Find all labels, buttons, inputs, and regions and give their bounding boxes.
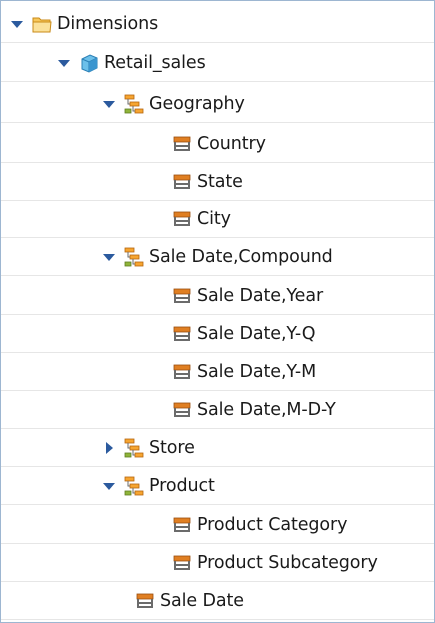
hierarchy-icon xyxy=(123,437,145,459)
tree-node-geography[interactable]: Geography xyxy=(1,85,434,123)
tree-node-label: Sale Date,Y-Q xyxy=(197,323,316,344)
tree-node-label: Store xyxy=(149,437,195,458)
tree-node-dimensions[interactable]: Dimensions xyxy=(1,5,434,43)
tree-node-store[interactable]: Store xyxy=(1,429,434,467)
level-icon xyxy=(171,552,193,574)
level-icon xyxy=(171,285,193,307)
expand-arrow-down-icon[interactable] xyxy=(9,16,25,32)
tree-node-sale-date-yq[interactable]: Sale Date,Y-Q xyxy=(1,315,434,353)
tree-node-sale-date-compound[interactable]: Sale Date,Compound xyxy=(1,238,434,276)
tree-node-label: Product xyxy=(149,475,215,496)
tree-node-label: Dimensions xyxy=(57,13,159,34)
level-icon xyxy=(171,514,193,536)
tree-node-sale-date-mdy[interactable]: Sale Date,M-D-Y xyxy=(1,391,434,429)
expand-arrow-right-icon[interactable] xyxy=(101,440,117,456)
hierarchy-icon xyxy=(123,475,145,497)
tree-node-label: Sale Date xyxy=(160,590,244,611)
tree-node-label: Sale Date,M-D-Y xyxy=(197,399,336,420)
level-icon xyxy=(171,171,193,193)
level-icon xyxy=(171,323,193,345)
expand-arrow-down-icon[interactable] xyxy=(101,249,117,265)
tree-node-label: Sale Date,Y-M xyxy=(197,361,317,382)
tree-node-retail-sales[interactable]: Retail_sales xyxy=(1,44,434,82)
expand-arrow-down-icon[interactable] xyxy=(101,96,117,112)
tree-node-state[interactable]: State xyxy=(1,163,434,201)
dimension-tree: Dimensions Retail_sales Geography Countr… xyxy=(0,0,435,623)
hierarchy-icon xyxy=(123,93,145,115)
tree-node-label: Product Subcategory xyxy=(197,552,378,573)
tree-node-product-category[interactable]: Product Category xyxy=(1,506,434,544)
expand-arrow-down-icon[interactable] xyxy=(56,55,72,71)
level-icon xyxy=(171,208,193,230)
tree-node-sale-date[interactable]: Sale Date xyxy=(1,582,434,620)
level-icon xyxy=(134,590,156,612)
tree-node-product-subcategory[interactable]: Product Subcategory xyxy=(1,544,434,582)
tree-node-country[interactable]: Country xyxy=(1,125,434,163)
expand-arrow-down-icon[interactable] xyxy=(101,478,117,494)
tree-node-label: Sale Date,Year xyxy=(197,285,324,306)
hierarchy-icon xyxy=(123,246,145,268)
tree-node-sale-date-ym[interactable]: Sale Date,Y-M xyxy=(1,353,434,391)
level-icon xyxy=(171,133,193,155)
tree-node-city[interactable]: City xyxy=(1,200,434,238)
level-icon xyxy=(171,361,193,383)
folder-icon xyxy=(31,13,53,35)
tree-node-label: Sale Date,Compound xyxy=(149,246,333,267)
tree-node-label: Product Category xyxy=(197,514,348,535)
tree-node-label: Country xyxy=(197,133,266,154)
level-icon xyxy=(171,399,193,421)
tree-node-sale-date-year[interactable]: Sale Date,Year xyxy=(1,277,434,315)
tree-node-label: Geography xyxy=(149,93,245,114)
tree-node-label: Retail_sales xyxy=(104,52,206,73)
tree-node-label: City xyxy=(197,208,231,229)
tree-node-label: State xyxy=(197,171,243,192)
cube-icon xyxy=(78,52,100,74)
tree-node-product[interactable]: Product xyxy=(1,467,434,505)
